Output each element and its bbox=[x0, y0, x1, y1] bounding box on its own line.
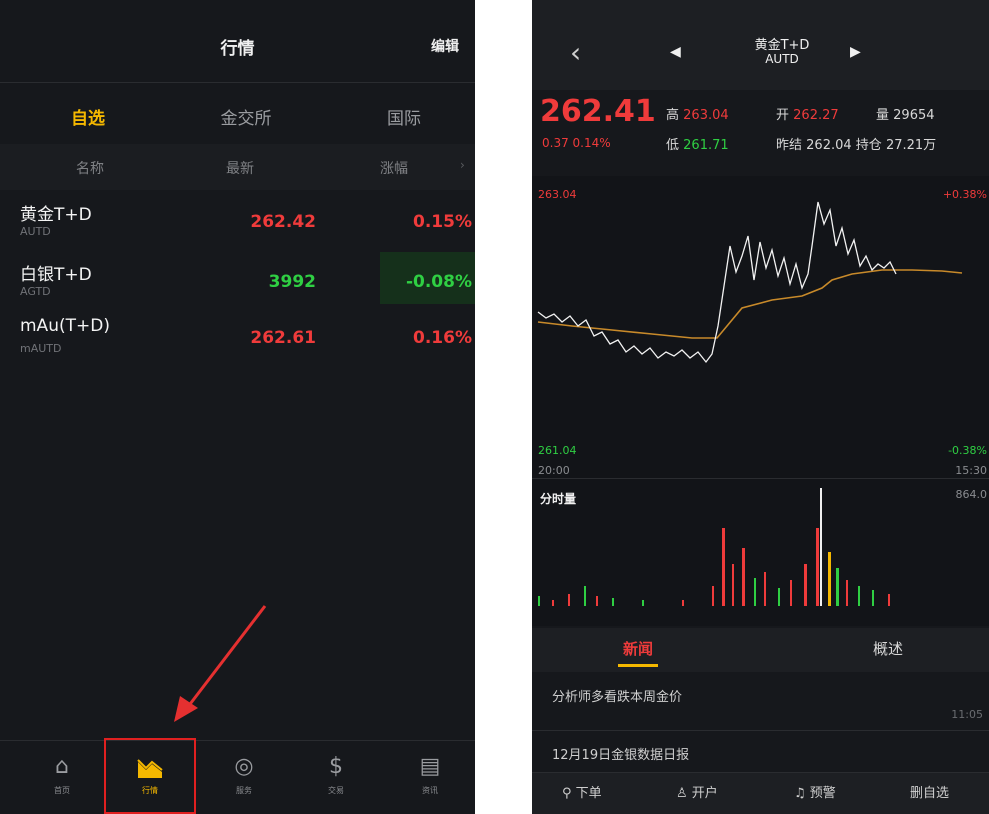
instrument-name: 黄金T+D bbox=[754, 38, 810, 53]
news-title: 12月19日金银数据日报 bbox=[552, 748, 690, 763]
nav-news[interactable]: ▤ 资讯 bbox=[400, 752, 460, 796]
column-header-change[interactable]: 涨幅 bbox=[380, 158, 408, 178]
instrument-name: mAu(T+D) bbox=[20, 316, 110, 336]
nav-home[interactable]: ⌂ 首页 bbox=[32, 752, 92, 796]
alert-button[interactable]: ♫ 预警 bbox=[794, 782, 836, 801]
instrument-name: 白银T+D bbox=[20, 265, 92, 285]
volume-bars bbox=[538, 488, 890, 606]
tab-indicator bbox=[618, 664, 658, 667]
table-row[interactable]: 白银T+D AGTD 3992 -0.08% bbox=[0, 252, 475, 308]
order-icon: ⚲ bbox=[562, 786, 572, 801]
scroll-right-icon[interactable]: › bbox=[460, 158, 465, 172]
account-icon: ♙ bbox=[676, 786, 688, 801]
service-icon: ◎ bbox=[234, 754, 254, 779]
divider bbox=[532, 730, 989, 731]
open-account-button[interactable]: ♙ 开户 bbox=[676, 782, 718, 801]
instrument-code: AUTD bbox=[765, 52, 799, 66]
last-price: 262.41 bbox=[540, 94, 656, 129]
table-row[interactable]: 黄金T+D AUTD 262.42 0.15% bbox=[0, 196, 475, 252]
tab-sge[interactable]: 金交所 bbox=[186, 104, 306, 129]
place-order-button[interactable]: ⚲ 下单 bbox=[562, 782, 602, 801]
low-field: 低 261.71 bbox=[666, 138, 729, 153]
latest-price: 262.42 bbox=[250, 212, 316, 232]
instrument-code: mAUTD bbox=[20, 342, 62, 355]
column-header-latest[interactable]: 最新 bbox=[226, 158, 254, 178]
latest-price: 262.61 bbox=[250, 328, 316, 348]
trade-icon: $ bbox=[329, 754, 343, 779]
tab-news[interactable]: 新闻 bbox=[578, 638, 698, 659]
instrument-code: AGTD bbox=[20, 285, 51, 298]
nav-trade[interactable]: $ 交易 bbox=[306, 752, 366, 796]
nav-label: 首页 bbox=[54, 786, 70, 795]
list-item[interactable]: 分析师多看跌本周金价 11:05 bbox=[532, 676, 989, 730]
tab-watchlist[interactable]: 自选 bbox=[28, 104, 148, 129]
change-percent: -0.08% bbox=[405, 272, 472, 292]
edit-button[interactable]: 编辑 bbox=[431, 36, 459, 56]
column-header-name[interactable]: 名称 bbox=[76, 158, 104, 178]
change-value: 0.37 0.14% bbox=[542, 136, 611, 150]
news-icon: ▤ bbox=[419, 754, 441, 779]
instrument-detail-screen: ‹ ◀ 黄金T+D AUTD ▶ 262.41 0.37 0.14% 高 263… bbox=[532, 0, 989, 814]
average-price-line bbox=[537, 269, 963, 339]
latest-price: 3992 bbox=[268, 272, 316, 292]
back-icon[interactable]: ‹ bbox=[570, 36, 581, 69]
change-percent: 0.16% bbox=[413, 328, 472, 348]
tab-overview[interactable]: 概述 bbox=[828, 638, 948, 659]
tab-international[interactable]: 国际 bbox=[344, 104, 464, 129]
table-row[interactable]: mAu(T+D) mAUTD 262.61 0.16% bbox=[0, 310, 475, 366]
divider bbox=[0, 82, 475, 83]
home-icon: ⌂ bbox=[55, 754, 69, 779]
nav-service[interactable]: ◎ 服务 bbox=[214, 752, 274, 796]
volume-field: 量 29654 bbox=[876, 108, 935, 123]
annotation-arrow bbox=[174, 605, 267, 722]
nav-label: 服务 bbox=[236, 786, 252, 795]
nav-label: 交易 bbox=[328, 786, 344, 795]
news-time: 11:05 bbox=[951, 708, 983, 721]
price-chart-svg bbox=[537, 201, 963, 606]
high-field: 高 263.04 bbox=[666, 108, 729, 123]
list-item[interactable]: 12月19日金银数据日报 bbox=[532, 734, 989, 772]
market-list-screen: 行情 编辑 自选 金交所 国际 名称 最新 涨幅 › 黄金T+D AUTD 26… bbox=[0, 0, 475, 814]
news-title: 分析师多看跌本周金价 bbox=[552, 690, 683, 705]
open-field: 开 262.27 bbox=[776, 108, 839, 123]
instrument-name: 黄金T+D bbox=[20, 205, 92, 225]
annotation-highlight-box bbox=[104, 738, 196, 814]
remove-watchlist-button[interactable]: 删自选 bbox=[910, 782, 949, 801]
instrument-code: AUTD bbox=[20, 225, 51, 238]
page-title: 行情 bbox=[220, 39, 255, 59]
next-instrument-icon[interactable]: ▶ bbox=[850, 44, 861, 60]
change-percent: 0.15% bbox=[413, 212, 472, 232]
bell-icon: ♫ bbox=[794, 786, 806, 801]
prev-close-field: 昨结 262.04 持仓 27.21万 bbox=[776, 138, 937, 153]
prev-instrument-icon[interactable]: ◀ bbox=[670, 44, 681, 60]
nav-label: 资讯 bbox=[422, 786, 438, 795]
